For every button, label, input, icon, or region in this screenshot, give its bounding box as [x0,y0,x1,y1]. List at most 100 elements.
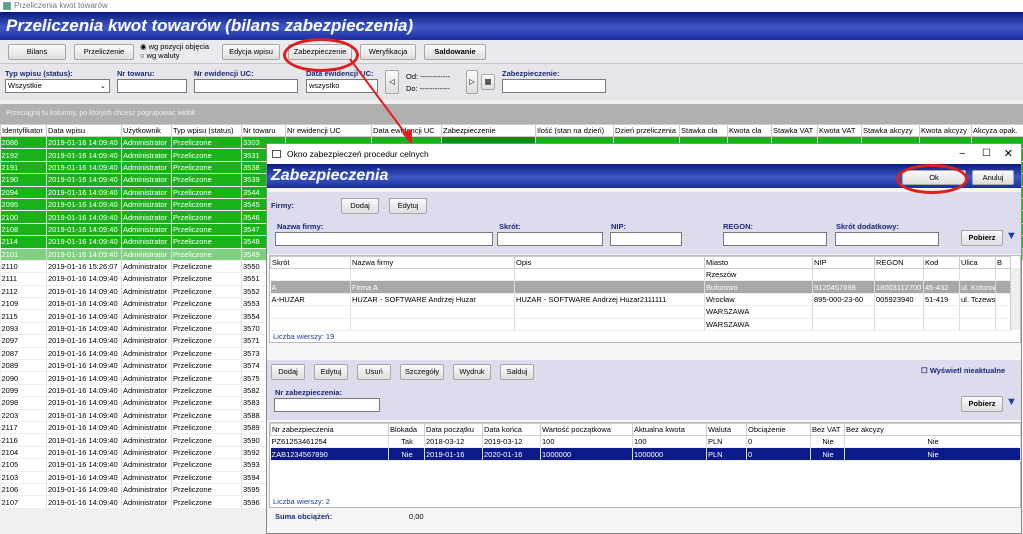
table-cell: Przeliczone [171,272,242,286]
table-cell: Administrator [121,322,172,336]
firmy-dodaj-button[interactable]: Dodaj [341,198,379,214]
przeliczenie-button[interactable]: Przeliczenie [74,44,134,60]
firmy-edytuj-button[interactable]: Edytuj [389,198,427,214]
table-cell: 2095 [0,198,47,212]
table-row[interactable]: ZAB1234567890 Nie 2019-01-16 2020-01-16 1000… [270,447,1021,461]
list-item[interactable]: WARSZAWA [270,318,1011,331]
table-cell: 2019-01-16 14:09:40 [46,148,122,162]
column-header[interactable]: Dzień przeliczenia [613,124,680,137]
zab-action-button[interactable]: Usuń [357,364,391,380]
column-header[interactable]: Nazwa firmy [350,256,515,269]
table-cell: 2106 [0,483,47,497]
zab-action-button[interactable]: Edytuj [314,364,348,380]
list-item[interactable]: WARSZAWA [270,305,1011,319]
column-header[interactable]: Wartość początkowa [540,423,633,436]
column-header[interactable]: Stawka cła [679,124,728,137]
table-cell: Administrator [121,309,172,323]
calendar-icon[interactable]: ▦ [481,74,495,90]
column-header[interactable]: Obciążenie [746,423,811,436]
table-cell: 2019-01-16 14:09:40 [46,285,122,299]
column-header[interactable]: Kwota akcyzy [919,124,972,137]
nr-towaru-input[interactable] [117,79,187,93]
column-header[interactable]: Blokada [388,423,425,436]
column-header[interactable]: Skrót [270,256,351,269]
nazwa-firmy-input[interactable] [275,232,493,246]
filter-bar: Typ wpisu (status): Wszystkie ⌄ Nr towaru… [0,64,1023,100]
firmy-scrollbar[interactable] [1010,268,1020,330]
skrot-dodatkowy-input[interactable] [835,232,939,246]
wyswietl-checkbox[interactable]: ☐ Wyświetl nieaktualne [921,366,1005,375]
column-header[interactable]: Kwota VAT [817,124,862,137]
column-header[interactable]: REGON [874,256,924,269]
zabezpieczenie-filter-label: Zabezpieczenie: [502,69,560,78]
column-header[interactable]: Data wpisu [46,124,122,137]
column-header[interactable]: Kod [923,256,960,269]
nip-input[interactable] [610,232,682,246]
typ-wpisu-select[interactable]: Wszystkie ⌄ [5,79,110,93]
column-header[interactable]: Kwota cła [727,124,772,137]
list-item[interactable]: A Firma A Buforowo 9120457698 18003112700 45-… [270,280,1011,294]
nr-ewidencji-input[interactable] [194,79,298,93]
column-header[interactable]: Identyfikator [0,124,47,137]
column-header[interactable]: Data końca [482,423,541,436]
list-item[interactable]: A-HUZAR HUZAR - SOFTWARE Andrzej Huzar HUZ… [270,293,1011,307]
table-cell: HUZAR - SOFTWARE Andrzej Huzar [350,293,515,307]
filter-icon[interactable]: ▼ [1006,396,1020,412]
column-header[interactable]: NIP [812,256,875,269]
column-header[interactable]: Waluta [706,423,747,436]
regon-input[interactable] [723,232,827,246]
close-icon[interactable]: ✕ [1004,144,1013,164]
table-cell: Przeliczone [171,309,242,323]
column-header[interactable]: Data początku [424,423,483,436]
zabezpieczenie-filter-input[interactable] [502,79,606,93]
bilans-button[interactable]: Bilans [8,44,66,60]
column-header[interactable]: Aktualna kwota [632,423,707,436]
column-header[interactable]: Nr zabezpieczenia [270,423,389,436]
column-header[interactable]: Bez VAT [810,423,845,436]
radio-wg-pozycji[interactable]: ◉ wg pozycji objęcia [140,42,209,51]
zab-action-button[interactable]: Salduj [500,364,534,380]
column-header[interactable]: Użytkownik [121,124,172,137]
minimize-icon[interactable]: – [959,144,965,164]
table-cell: 0 [746,447,811,461]
list-item[interactable]: Rzeszów [270,268,1011,282]
column-header[interactable]: Akcyza opak. [971,124,1023,137]
suma-label: Suma obciążeń: [275,512,333,521]
anuluj-button[interactable]: Anuluj [972,170,1014,185]
maximize-icon[interactable]: ☐ [982,144,991,164]
zab-action-button[interactable]: Dodaj [271,364,305,380]
table-cell: Rzeszów [704,268,813,282]
column-header[interactable]: Ilość (stan na dzień) [535,124,614,137]
do-value: ------------ [419,84,450,93]
saldowanie-button[interactable]: Saldowanie [424,44,486,60]
column-header[interactable]: Ulica [959,256,996,269]
table-cell: PZ61253461254 [270,435,389,449]
column-header[interactable]: Stawka akcyzy [861,124,920,137]
table-row[interactable]: PZ61253461254 Tak 2018-03-12 2019-03-12 100 1… [270,435,1021,449]
filter-icon[interactable]: ▼ [1006,230,1020,246]
table-cell: Przeliczone [171,359,242,373]
table-cell: 2103 [0,471,47,484]
radio-wg-waluty[interactable]: ○ wg waluty [140,51,209,60]
zab-pobierz-button[interactable]: Pobierz [961,396,1003,412]
column-header[interactable]: Typ wpisu (status) [171,124,242,137]
table-cell: Wrocław [704,293,813,307]
column-header[interactable]: Stawka VAT [771,124,818,137]
column-header[interactable]: Nr towaru [241,124,286,137]
table-cell [350,318,515,331]
table-cell: 2099 [0,384,47,398]
column-header[interactable]: Zabezpieczenie [441,124,536,137]
date-right-button[interactable]: ▷ [466,70,478,94]
column-header[interactable]: B [995,256,1011,269]
column-header[interactable]: Miasto [704,256,813,269]
table-cell: Administrator [121,495,172,509]
zab-action-button[interactable]: Wydruk [453,364,491,380]
firmy-pobierz-button[interactable]: Pobierz [961,230,1003,246]
column-header[interactable]: Bez akcyzy [844,423,1021,436]
edycja-wpisu-button[interactable]: Edycja wpisu [222,44,280,60]
nr-zab-input[interactable] [274,398,380,412]
skrot-input[interactable] [497,232,603,246]
zab-action-button[interactable]: Szczegóły [400,364,444,380]
column-header[interactable]: Opis [514,256,705,269]
table-cell: 2093 [0,322,47,336]
